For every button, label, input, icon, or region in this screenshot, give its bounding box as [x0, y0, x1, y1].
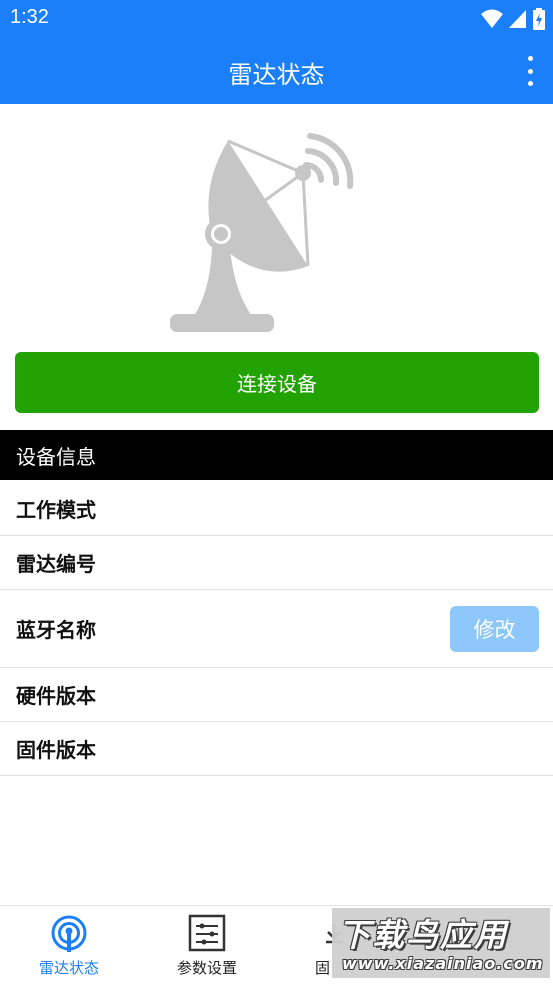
radar-dish-icon — [170, 133, 354, 332]
nav-item-radar-status[interactable]: 雷达状态 — [9, 906, 129, 984]
info-row-firmware-version: 固件版本 — [0, 722, 553, 776]
device-info-header: 设备信息 — [0, 430, 553, 480]
info-row-work-mode: 工作模式 — [0, 482, 553, 536]
app-bar: 雷达状态 — [0, 38, 553, 104]
nav-item-parameter-settings[interactable]: 参数设置 — [147, 906, 267, 984]
info-label: 工作模式 — [16, 498, 96, 522]
info-label: 固件版本 — [16, 738, 96, 762]
nav-label: 雷达状态 — [38, 959, 99, 977]
info-label: 硬件版本 — [16, 684, 96, 708]
signal-icon — [509, 10, 526, 28]
connect-device-button[interactable]: 连接设备 — [15, 352, 539, 413]
more-vert-icon[interactable] — [517, 56, 543, 86]
info-row-radar-id: 雷达编号 — [0, 536, 553, 590]
info-label: 雷达编号 — [16, 552, 96, 576]
page-title: 雷达状态 — [228, 61, 325, 89]
info-row-hardware-version: 硬件版本 — [0, 668, 553, 722]
status-time: 1:32 — [10, 6, 49, 28]
watermark-title: 下载鸟应用 — [338, 916, 509, 954]
wifi-icon — [481, 9, 503, 28]
status-bar: 1:32 — [0, 0, 553, 38]
battery-charging-icon — [533, 8, 545, 30]
info-label: 蓝牙名称 — [16, 618, 96, 642]
sliders-icon — [188, 914, 226, 952]
watermark-logo: 下载鸟应用 www.xiazainiao.com — [332, 908, 550, 978]
status-icons — [481, 8, 545, 30]
radar-icon — [51, 915, 87, 952]
watermark-url: www.xiazainiao.com — [342, 954, 544, 973]
modify-bluetooth-name-button[interactable]: 修改 — [450, 606, 539, 652]
nav-label: 参数设置 — [176, 959, 237, 977]
